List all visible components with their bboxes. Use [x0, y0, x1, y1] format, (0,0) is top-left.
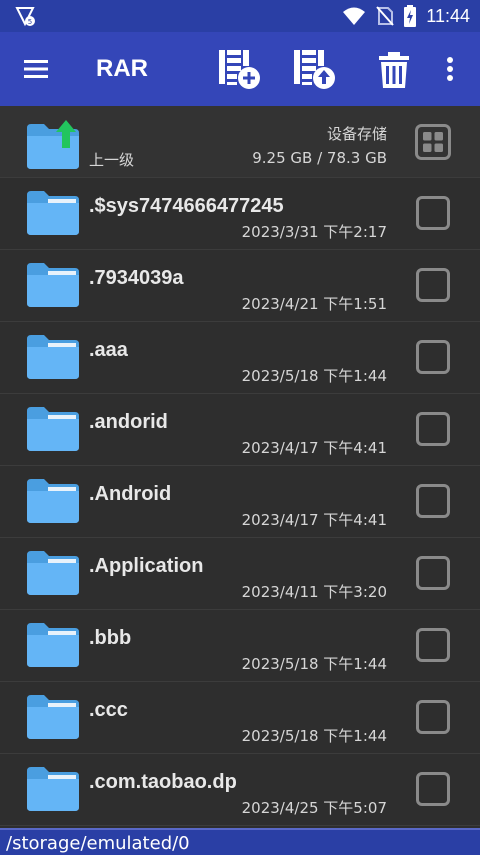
folder-icon: [27, 767, 79, 811]
file-name: .ccc: [89, 699, 128, 721]
select-checkbox[interactable]: [416, 484, 450, 518]
svg-text:5: 5: [28, 18, 32, 26]
list-item[interactable]: .7934039a 2023/4/21 下午1:51: [0, 250, 480, 322]
file-name: .com.taobao.dp: [89, 771, 237, 793]
folder-icon: [27, 695, 79, 739]
file-date: 2023/4/25 下午5:07: [241, 799, 387, 817]
file-date: 2023/5/18 下午1:44: [241, 727, 387, 745]
folder-icon: [27, 191, 79, 235]
list-item[interactable]: .bbb 2023/5/18 下午1:44: [0, 610, 480, 682]
file-date: 2023/3/31 下午2:17: [241, 223, 387, 241]
list-item[interactable]: .ccc 2023/5/18 下午1:44: [0, 682, 480, 754]
file-name: .Android: [89, 483, 172, 505]
file-name: .Application: [89, 555, 204, 577]
select-checkbox[interactable]: [416, 556, 450, 590]
hamburger-menu-icon[interactable]: [22, 56, 50, 82]
more-vert-icon[interactable]: [436, 48, 464, 90]
current-path: /storage/emulated/0: [6, 833, 190, 854]
no-sim-icon: [376, 6, 395, 26]
clock: 11:44: [426, 5, 470, 26]
file-name: .andorid: [89, 411, 168, 433]
select-checkbox[interactable]: [416, 340, 450, 374]
file-name: .aaa: [89, 339, 128, 361]
select-checkbox[interactable]: [416, 412, 450, 446]
file-date: 2023/5/18 下午1:44: [241, 367, 387, 385]
select-checkbox[interactable]: [416, 196, 450, 230]
list-item[interactable]: .Android 2023/4/17 下午4:41: [0, 466, 480, 538]
list-item[interactable]: .aaa 2023/5/18 下午1:44: [0, 322, 480, 394]
file-date: 2023/4/21 下午1:51: [241, 295, 387, 313]
file-date: 2023/5/18 下午1:44: [241, 655, 387, 673]
wifi-icon: [343, 7, 366, 25]
app-title: RAR: [96, 55, 148, 82]
file-name: .7934039a: [89, 267, 184, 289]
parent-folder-row[interactable]: 上一级 设备存储 9.25 GB / 78.3 GB: [0, 106, 480, 178]
storage-size: 9.25 GB / 78.3 GB: [252, 149, 387, 167]
folder-icon: [27, 263, 79, 307]
battery-charging-icon: [404, 5, 417, 27]
parent-folder-label: 上一级: [89, 151, 135, 169]
list-item[interactable]: .$sys7474666477245 2023/3/31 下午2:17: [0, 178, 480, 250]
folder-icon: [27, 335, 79, 379]
file-name: .$sys7474666477245: [89, 195, 284, 217]
select-checkbox[interactable]: [416, 772, 450, 806]
list-item[interactable]: .andorid 2023/4/17 下午4:41: [0, 394, 480, 466]
add-to-archive-icon[interactable]: [217, 48, 261, 90]
grid-view-icon[interactable]: [415, 124, 451, 160]
folder-up-icon: [27, 120, 79, 169]
folder-icon: [27, 623, 79, 667]
status-bar: 5 11:44: [0, 0, 480, 32]
path-bar: /storage/emulated/0: [0, 828, 480, 855]
list-item[interactable]: .com.taobao.dp 2023/4/25 下午5:07: [0, 754, 480, 826]
extract-archive-icon[interactable]: [292, 48, 336, 90]
select-checkbox[interactable]: [416, 700, 450, 734]
storage-label: 设备存储: [326, 125, 387, 143]
trash-icon[interactable]: [372, 48, 416, 90]
folder-icon: [27, 479, 79, 523]
select-checkbox[interactable]: [416, 268, 450, 302]
file-date: 2023/4/11 下午3:20: [241, 583, 387, 601]
select-checkbox[interactable]: [416, 628, 450, 662]
file-name: .bbb: [89, 627, 132, 649]
notification-shield-icon: 5: [15, 7, 35, 27]
folder-icon: [27, 551, 79, 595]
list-item[interactable]: .Application 2023/4/11 下午3:20: [0, 538, 480, 610]
file-date: 2023/4/17 下午4:41: [241, 439, 387, 457]
app-bar: RAR: [0, 32, 480, 106]
file-date: 2023/4/17 下午4:41: [241, 511, 387, 529]
folder-icon: [27, 407, 79, 451]
